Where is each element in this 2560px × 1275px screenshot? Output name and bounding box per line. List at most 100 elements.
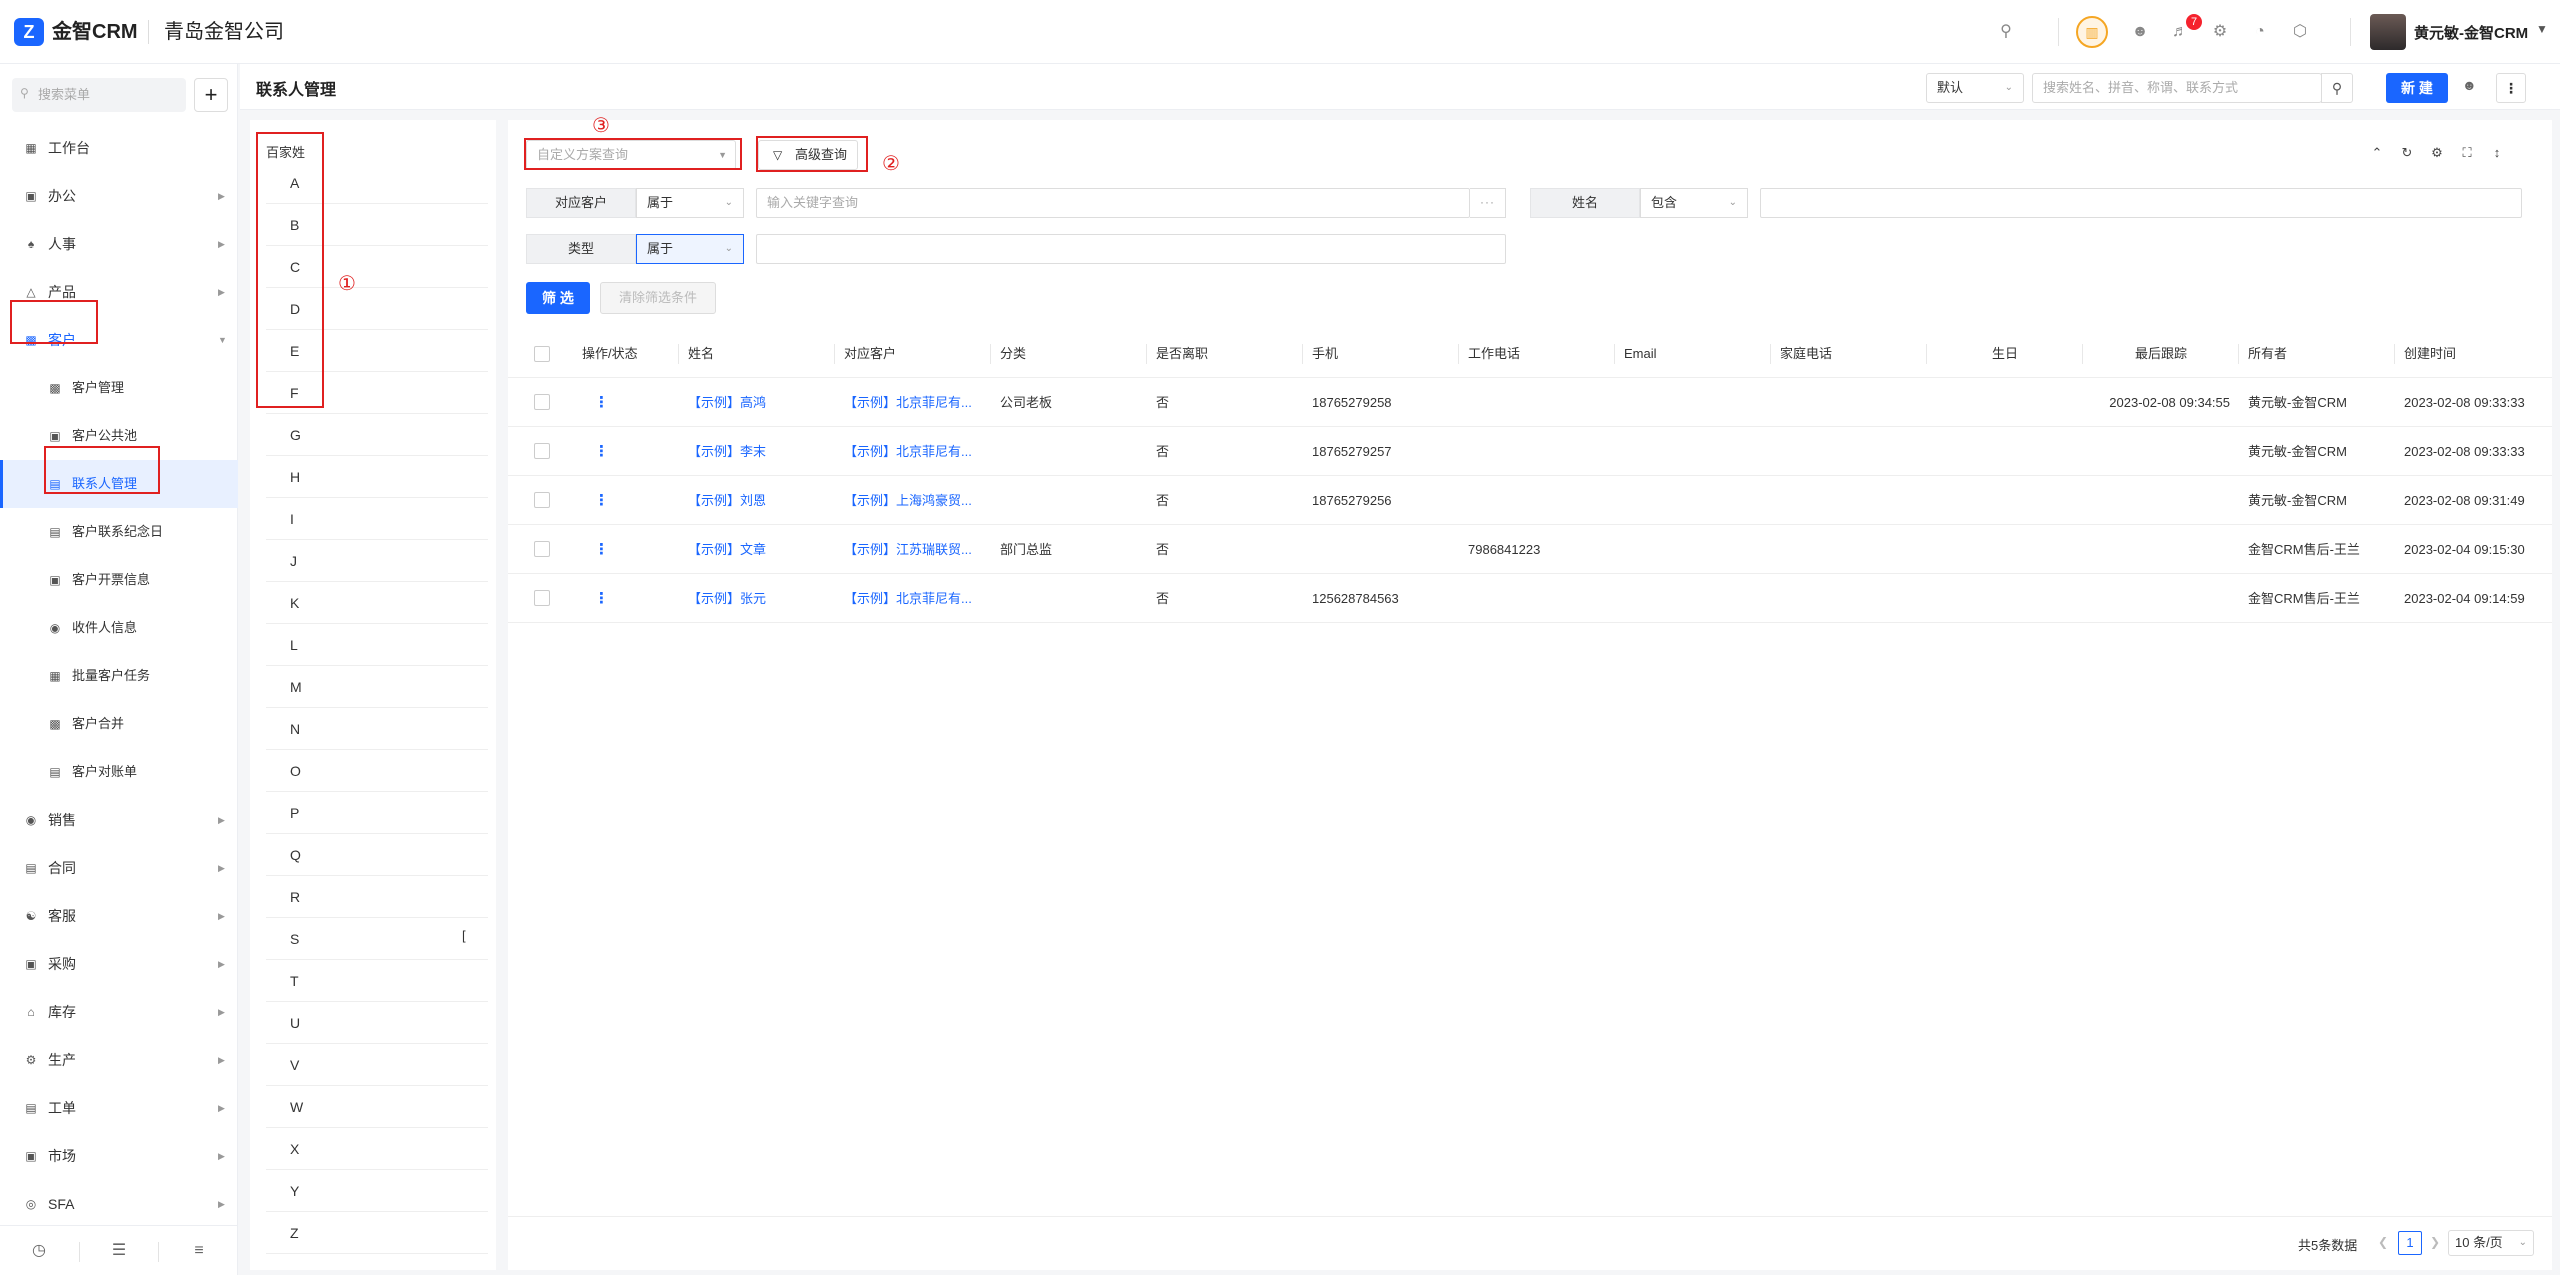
clear-filter-button[interactable]: 清除筛选条件 bbox=[600, 282, 716, 314]
letter-w[interactable]: W bbox=[266, 1086, 488, 1128]
letter-q[interactable]: Q bbox=[266, 834, 488, 876]
pie-chart-icon[interactable]: ◔ bbox=[2248, 20, 2272, 44]
settings-icon[interactable]: ⚙ bbox=[2428, 144, 2446, 162]
fullscreen-icon[interactable]: ⛶ bbox=[2458, 144, 2476, 162]
add-menu-button[interactable]: + bbox=[194, 78, 228, 112]
letter-p[interactable]: P bbox=[266, 792, 488, 834]
letter-h[interactable]: H bbox=[266, 456, 488, 498]
letter-r[interactable]: R bbox=[266, 876, 488, 918]
sidebar-item-service[interactable]: ☯ 客服 ▶ bbox=[0, 892, 238, 940]
row-checkbox[interactable] bbox=[534, 590, 550, 606]
user-icon[interactable]: ☻ bbox=[2462, 77, 2477, 93]
column-header-name[interactable]: 姓名 bbox=[680, 330, 714, 378]
sidebar-item-workbench[interactable]: ▦ 工作台 bbox=[0, 124, 238, 172]
avatar[interactable] bbox=[2370, 14, 2406, 50]
sidebar-item-hr[interactable]: ♠ 人事 ▶ bbox=[0, 220, 238, 268]
column-header-work-phone[interactable]: 工作电话 bbox=[1460, 330, 1520, 378]
letter-o[interactable]: O bbox=[266, 750, 488, 792]
cell-name[interactable]: 【示例】李末 bbox=[680, 427, 834, 476]
column-header-birthday[interactable]: 生日 bbox=[1928, 330, 2082, 378]
sidebar-item-workorder[interactable]: ▤ 工单 ▶ bbox=[0, 1084, 238, 1132]
column-header-mobile[interactable]: 手机 bbox=[1304, 330, 1338, 378]
cube-icon[interactable]: ⬡ bbox=[2288, 20, 2312, 44]
sidebar-item-customer-anniversary[interactable]: ▤ 客户联系纪念日 bbox=[0, 508, 238, 556]
next-page-icon[interactable]: ❯ bbox=[2430, 1235, 2440, 1249]
letter-v[interactable]: V bbox=[266, 1044, 488, 1086]
row-height-icon[interactable]: ↕ bbox=[2488, 144, 2506, 162]
letter-t[interactable]: T bbox=[266, 960, 488, 1002]
sidebar-item-sales[interactable]: ◉ 销售 ▶ bbox=[0, 796, 238, 844]
cell-customer[interactable]: 【示例】北京菲尼有... bbox=[836, 574, 988, 623]
letter-x[interactable]: X bbox=[266, 1128, 488, 1170]
letter-k[interactable]: K bbox=[266, 582, 488, 624]
user-name[interactable]: 黄元敏-金智CRM bbox=[2414, 22, 2528, 43]
cell-customer[interactable]: 【示例】北京菲尼有... bbox=[836, 427, 988, 476]
row-checkbox[interactable] bbox=[534, 443, 550, 459]
page-number-current[interactable]: 1 bbox=[2398, 1231, 2422, 1255]
sidebar-item-batch-tasks[interactable]: ▦ 批量客户任务 bbox=[0, 652, 238, 700]
cell-name[interactable]: 【示例】刘恩 bbox=[680, 476, 834, 525]
crm-badge-icon[interactable]: ▥ bbox=[2076, 16, 2108, 48]
refresh-icon[interactable]: ↻ bbox=[2398, 144, 2416, 162]
cell-customer[interactable]: 【示例】江苏瑞联贸... bbox=[836, 525, 988, 574]
column-header-resigned[interactable]: 是否离职 bbox=[1148, 330, 1208, 378]
letter-m[interactable]: M bbox=[266, 666, 488, 708]
row-actions-icon[interactable]: ⋮ bbox=[594, 427, 609, 476]
cell-customer[interactable]: 【示例】北京菲尼有... bbox=[836, 378, 988, 427]
sidebar-item-sfa[interactable]: ◎ SFA ▶ bbox=[0, 1180, 238, 1228]
customer-keyword-input[interactable]: 输入关键字查询 bbox=[756, 188, 1470, 218]
row-checkbox[interactable] bbox=[534, 492, 550, 508]
letter-l[interactable]: L bbox=[266, 624, 488, 666]
select-all-checkbox[interactable] bbox=[534, 346, 550, 362]
new-button[interactable]: 新 建 bbox=[2386, 73, 2448, 103]
collapse-menu-icon[interactable]: ≡ bbox=[188, 1240, 210, 1262]
sidebar-item-recipient-info[interactable]: ◉ 收件人信息 bbox=[0, 604, 238, 652]
prev-page-icon[interactable]: ❮ bbox=[2378, 1235, 2388, 1249]
sidebar-item-contract[interactable]: ▤ 合同 ▶ bbox=[0, 844, 238, 892]
letter-i[interactable]: I bbox=[266, 498, 488, 540]
row-checkbox[interactable] bbox=[534, 394, 550, 410]
column-header-email[interactable]: Email bbox=[1616, 330, 1657, 378]
letter-s[interactable]: S bbox=[266, 918, 488, 960]
column-header-customer[interactable]: 对应客户 bbox=[836, 330, 896, 378]
sidebar-item-customer-management[interactable]: ▩ 客户管理 bbox=[0, 364, 238, 412]
letter-j[interactable]: J bbox=[266, 540, 488, 582]
more-options-button[interactable]: ⋮ bbox=[2496, 73, 2526, 103]
name-operator-select[interactable]: 包含 ⌄ bbox=[1640, 188, 1748, 218]
row-actions-icon[interactable]: ⋮ bbox=[594, 525, 609, 574]
page-size-select[interactable]: 10 条/页 ⌄ bbox=[2448, 1230, 2534, 1256]
filter-button[interactable]: 筛 选 bbox=[526, 282, 590, 314]
contact-search-input[interactable]: 搜索姓名、拼音、称谓、联系方式 bbox=[2032, 73, 2322, 103]
row-checkbox[interactable] bbox=[534, 541, 550, 557]
sidebar-item-invoice-info[interactable]: ▣ 客户开票信息 bbox=[0, 556, 238, 604]
contacts-icon[interactable]: ☻ bbox=[2128, 20, 2152, 44]
view-select[interactable]: 默认 ⌄ bbox=[1926, 73, 2024, 103]
letter-g[interactable]: G bbox=[266, 414, 488, 456]
table-row[interactable]: ⋮ 【示例】刘恩 【示例】上海鸿豪贸... 否 18765279256 黄元敏-金智CRM… bbox=[508, 476, 2552, 525]
collapse-up-icon[interactable]: ⌃ bbox=[2368, 144, 2386, 162]
brand-name[interactable]: 金智CRM bbox=[52, 18, 138, 46]
letter-u[interactable]: U bbox=[266, 1002, 488, 1044]
letter-y[interactable]: Y bbox=[266, 1170, 488, 1212]
sidebar-item-office[interactable]: ▣ 办公 ▶ bbox=[0, 172, 238, 220]
table-row[interactable]: ⋮ 【示例】文章 【示例】江苏瑞联贸... 部门总监 否 7986841223 金智CRM售… bbox=[508, 525, 2552, 574]
customer-picker-button[interactable]: ··· bbox=[1470, 188, 1506, 218]
sliders-icon[interactable]: ☰ bbox=[108, 1240, 130, 1262]
sidebar-item-customer-statement[interactable]: ▤ 客户对账单 bbox=[0, 748, 238, 796]
column-header-owner[interactable]: 所有者 bbox=[2240, 330, 2287, 378]
cell-name[interactable]: 【示例】张元 bbox=[680, 574, 834, 623]
table-row[interactable]: ⋮ 【示例】高鸿 【示例】北京菲尼有... 公司老板 否 18765279258 2023-… bbox=[508, 378, 2552, 427]
table-row[interactable]: ⋮ 【示例】张元 【示例】北京菲尼有... 否 125628784563 金智CRM售后-… bbox=[508, 574, 2552, 623]
cell-name[interactable]: 【示例】文章 bbox=[680, 525, 834, 574]
sidebar-item-purchase[interactable]: ▣ 采购 ▶ bbox=[0, 940, 238, 988]
logo-icon[interactable]: Z bbox=[14, 18, 44, 46]
customer-operator-select[interactable]: 属于 ⌄ bbox=[636, 188, 744, 218]
name-input[interactable] bbox=[1760, 188, 2522, 218]
sidebar-item-customer-merge[interactable]: ▩ 客户合并 bbox=[0, 700, 238, 748]
type-input[interactable] bbox=[756, 234, 1506, 264]
row-actions-icon[interactable]: ⋮ bbox=[594, 378, 609, 427]
menu-search-input[interactable]: 搜索菜单 bbox=[12, 78, 186, 112]
column-header-created[interactable]: 创建时间 bbox=[2396, 330, 2456, 378]
row-actions-icon[interactable]: ⋮ bbox=[594, 476, 609, 525]
column-header-last-track[interactable]: 最后跟踪 bbox=[2084, 330, 2238, 378]
